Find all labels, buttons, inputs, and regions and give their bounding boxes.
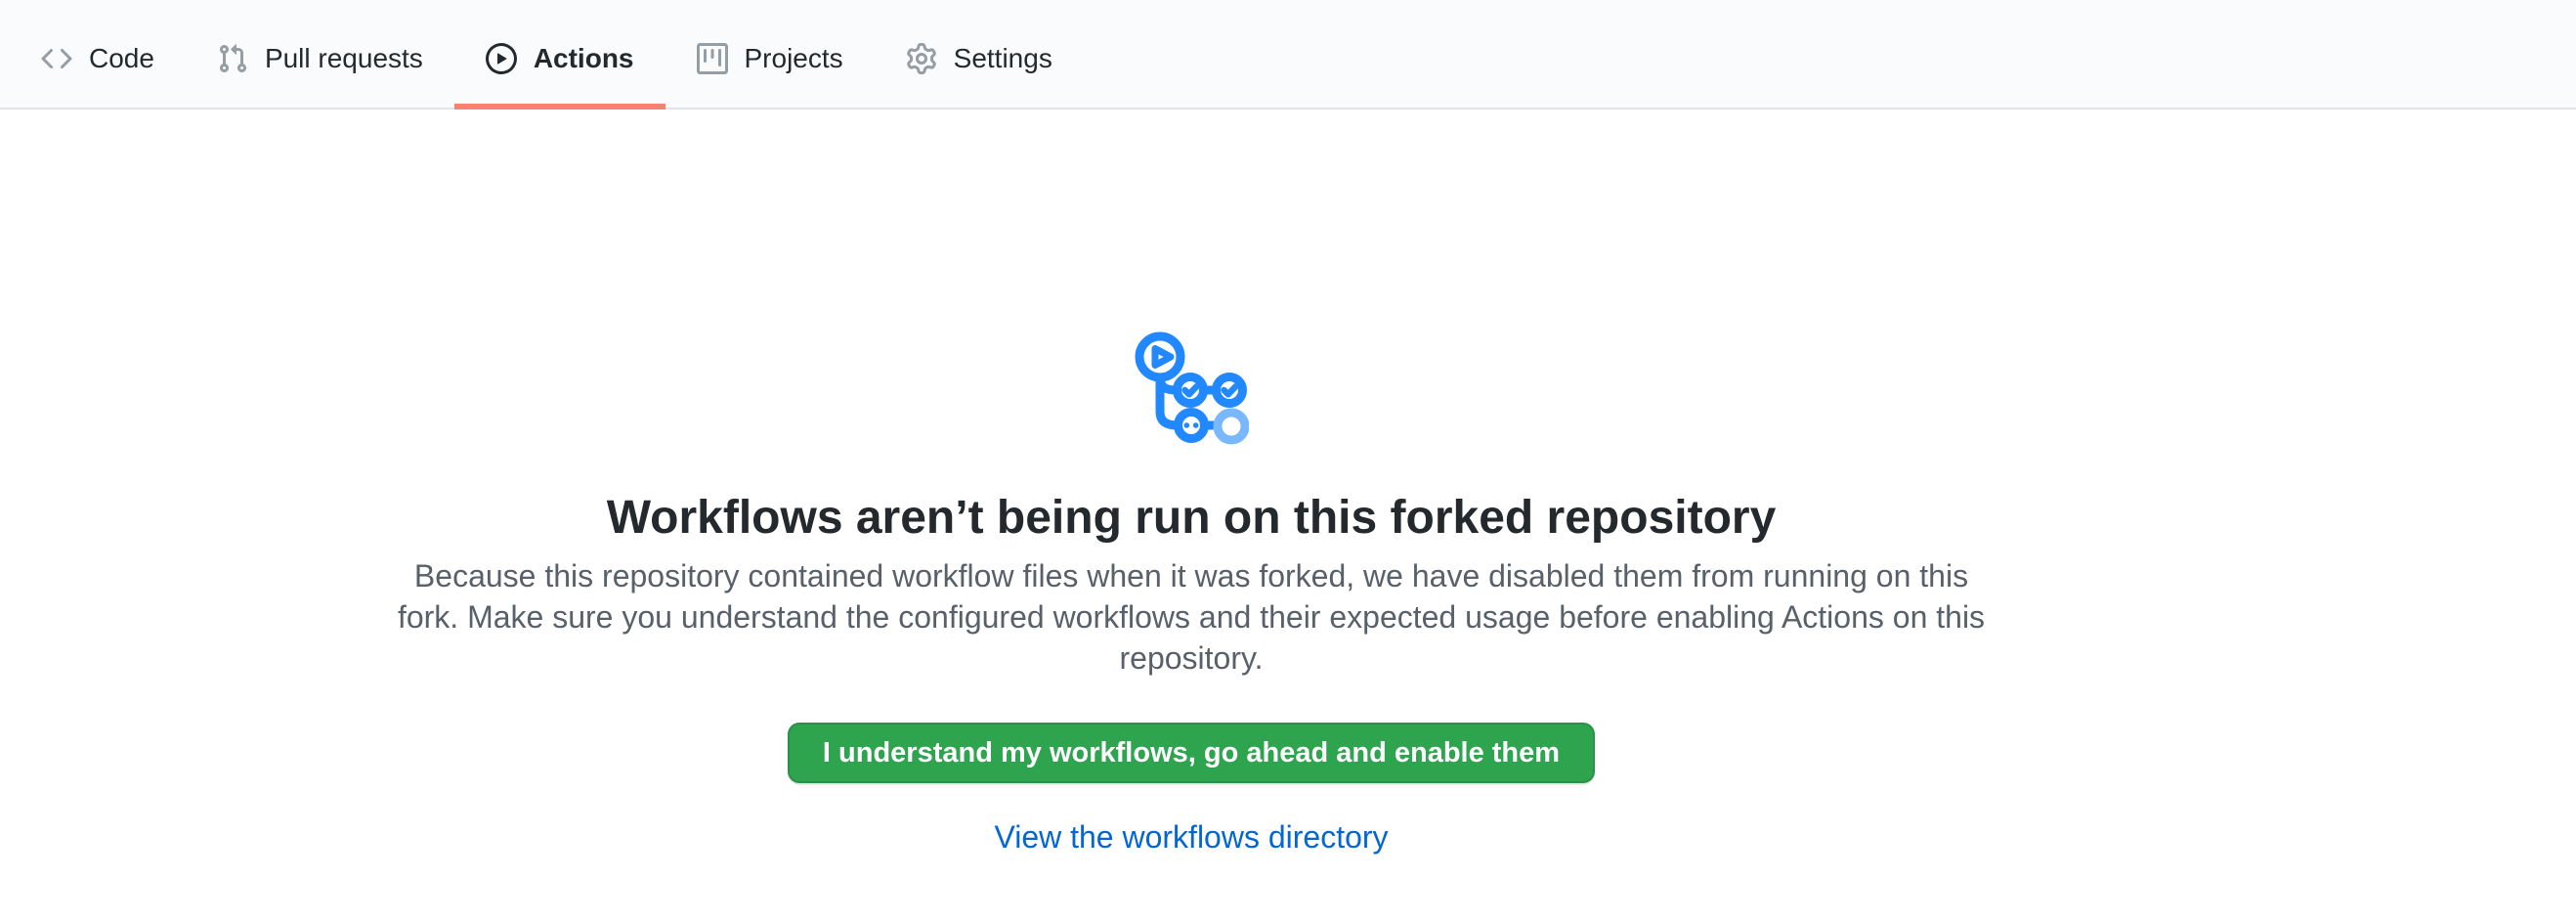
tab-pull-requests[interactable]: Pull requests (186, 0, 454, 110)
tab-code[interactable]: Code (10, 0, 186, 110)
tab-label: Projects (745, 43, 843, 74)
play-icon (486, 43, 517, 74)
tab-label: Settings (954, 43, 1052, 74)
enable-workflows-button[interactable]: I understand my workflows, go ahead and … (788, 723, 1595, 783)
tab-label: Code (89, 43, 154, 74)
gear-icon (906, 43, 937, 74)
tab-settings[interactable]: Settings (875, 0, 1084, 110)
tab-label: Actions (534, 43, 634, 74)
tab-actions[interactable]: Actions (454, 0, 665, 110)
tab-projects[interactable]: Projects (665, 0, 875, 110)
git-pull-request-icon (217, 43, 248, 74)
actions-disabled-blankslate: Workflows aren’t being run on this forke… (0, 110, 2383, 853)
workflow-graph-icon (1134, 330, 1249, 446)
project-icon (697, 43, 728, 74)
blankslate-description: Because this repository contained workfl… (390, 555, 1993, 679)
view-workflows-directory-link[interactable]: View the workflows directory (994, 821, 1388, 853)
page-title: Workflows aren’t being run on this forke… (607, 489, 1777, 548)
code-icon (41, 43, 72, 74)
repo-tab-nav: Code Pull requests Actions Projects Sett… (0, 0, 2576, 110)
tab-label: Pull requests (265, 43, 423, 74)
